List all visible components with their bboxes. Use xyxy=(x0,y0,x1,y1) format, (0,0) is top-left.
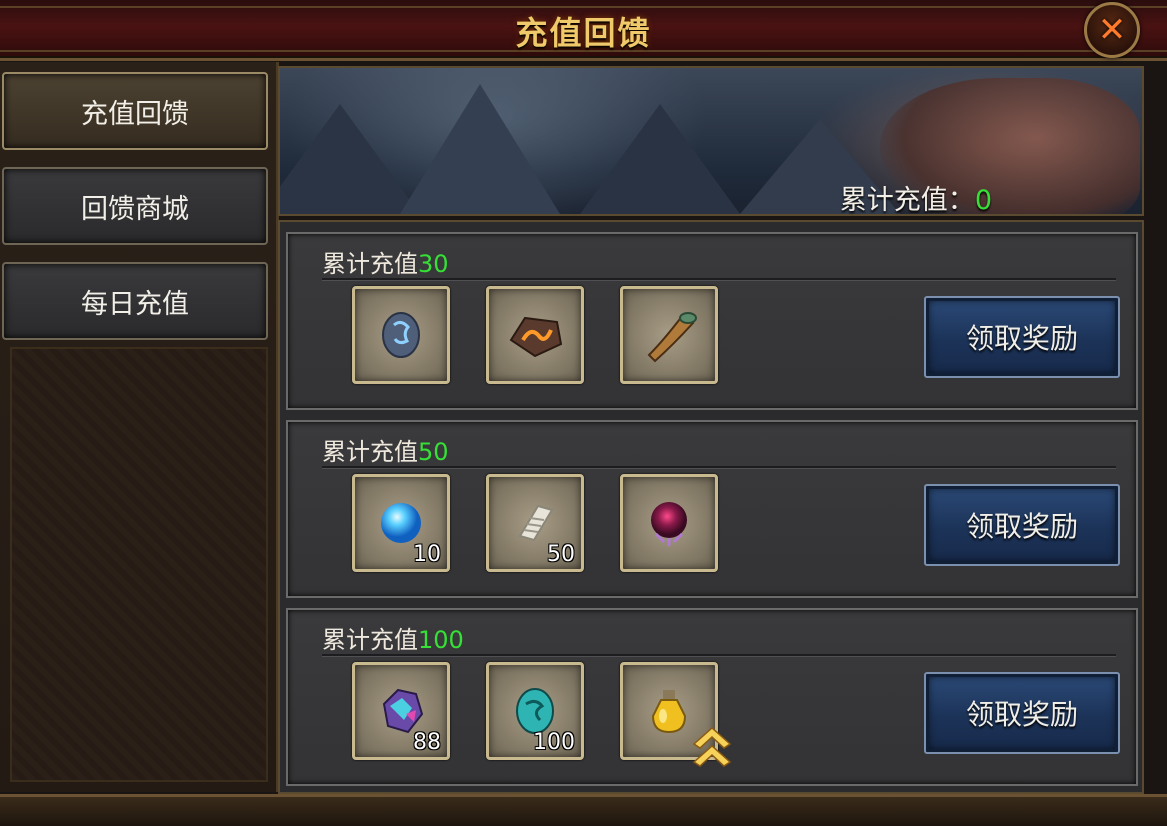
title-bar: 充值回馈 ✕ xyxy=(0,0,1167,61)
item-slot[interactable] xyxy=(620,286,718,384)
banner: 累计充值：0 xyxy=(278,66,1144,216)
divider xyxy=(322,654,1116,657)
horn-icon xyxy=(647,312,697,363)
mountain-decor xyxy=(400,84,560,214)
claim-reward-button[interactable]: 领取奖励 xyxy=(924,672,1120,754)
threshold-amount: 30 xyxy=(418,250,449,278)
threshold-label: 累计充值 xyxy=(322,626,418,654)
item-slot[interactable]: 88 xyxy=(352,662,450,760)
threshold-amount: 50 xyxy=(418,438,449,466)
potion-bottle-icon xyxy=(651,690,687,734)
blue-orb-icon xyxy=(381,503,421,543)
item-slot[interactable]: 50 xyxy=(486,474,584,572)
rune-stone-icon xyxy=(382,312,420,358)
tab-recharge-feedback[interactable]: 充值回馈 xyxy=(2,72,268,150)
tab-feedback-shop[interactable]: 回馈商城 xyxy=(2,167,268,245)
item-count: 50 xyxy=(547,542,575,567)
threshold-label: 累计充值 xyxy=(322,438,418,466)
claim-reward-button[interactable]: 领取奖励 xyxy=(924,484,1120,566)
total-label: 累计充值： xyxy=(839,185,975,216)
purple-orb-icon xyxy=(651,502,687,546)
scroll-icon xyxy=(518,504,554,542)
sidebar: 充值回馈 回馈商城 每日充值 xyxy=(0,62,279,792)
close-icon: ✕ xyxy=(1097,10,1127,50)
item-slot[interactable] xyxy=(486,286,584,384)
tab-daily-recharge[interactable]: 每日充值 xyxy=(2,262,268,340)
item-slot[interactable] xyxy=(352,286,450,384)
upgrade-arrow-icon xyxy=(692,726,732,767)
mountain-decor xyxy=(580,104,740,214)
divider xyxy=(322,466,1116,469)
item-count: 88 xyxy=(413,730,441,755)
divider xyxy=(322,278,1116,281)
reward-row: 累计充值50 10 50 领取奖励 xyxy=(286,420,1138,598)
total-recharge: 累计充值：0 xyxy=(839,178,992,216)
close-button[interactable]: ✕ xyxy=(1084,2,1140,58)
item-slot[interactable] xyxy=(620,474,718,572)
item-slot[interactable]: 100 xyxy=(486,662,584,760)
total-value: 0 xyxy=(974,185,992,216)
threshold-label: 累计充值 xyxy=(322,250,418,278)
threshold-amount: 100 xyxy=(418,626,464,654)
reward-threshold: 累计充值50 xyxy=(322,432,449,467)
tab-label: 充值回馈 xyxy=(81,98,189,130)
reward-threshold: 累计充值100 xyxy=(322,620,464,655)
claim-reward-button[interactable]: 领取奖励 xyxy=(924,296,1120,378)
reward-list: 累计充值30 领取奖励 累计充值50 10 50 领取奖励 累计充值100 88… xyxy=(278,220,1144,794)
item-count: 100 xyxy=(533,730,575,755)
tab-label: 每日充值 xyxy=(81,288,189,320)
window-title: 充值回馈 xyxy=(515,14,652,52)
reward-row: 累计充值30 领取奖励 xyxy=(286,232,1138,410)
fire-ore-icon xyxy=(509,316,563,358)
tab-label: 回馈商城 xyxy=(81,193,189,225)
item-slot[interactable]: 10 xyxy=(352,474,450,572)
mountain-decor xyxy=(280,104,420,214)
reward-threshold: 累计充值30 xyxy=(322,244,449,279)
item-count: 10 xyxy=(413,542,441,567)
bottom-border xyxy=(0,794,1167,826)
